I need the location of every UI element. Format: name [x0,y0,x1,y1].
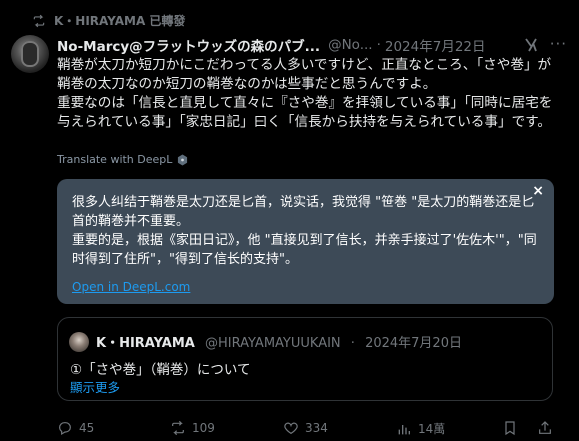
action-bar: 45 109 334 14萬 [57,420,557,438]
like-button[interactable]: 334 [283,420,328,436]
quoted-tweet-header: K・HIRAYAMA @HIRAYAMAYUUKAIN · 2024年7月20日 [96,332,462,351]
more-options-icon[interactable]: ··· [550,35,567,53]
separator-dot: · [376,37,381,53]
quoted-author-handle: @HIRAYAMAYUUKAIN [205,336,341,351]
separator-dot: · [350,336,355,351]
bookmark-icon [505,421,515,436]
quoted-tweet[interactable]: K・HIRAYAMA @HIRAYAMAYUUKAIN · 2024年7月20日… [57,317,553,401]
repost-icon [33,14,45,27]
reply-button[interactable]: 45 [57,420,94,436]
author-handle[interactable]: @No... [328,37,373,53]
repost-button[interactable]: 109 [170,420,215,436]
quoted-tweet-text: ①「さや巻」（鞘巻）について [70,362,251,378]
views-button[interactable]: 14萬 [396,420,445,437]
deepl-translation-text: 很多人纠结于鞘巻是太刀还是匕首，说实话，我觉得 "笹巻 "是太刀的鞘巻还是匕首的… [72,195,537,267]
tweet-header: No-Marcy@フラットウッズの森のパブ... @No... · 2024年7… [57,35,567,55]
quoted-author-name: K・HIRAYAMA [96,336,195,351]
heart-icon [284,422,298,435]
repost-label: K・HIRAYAMA 已轉發 [54,14,186,28]
quoted-author-avatar [69,332,89,352]
author-avatar[interactable] [11,35,49,73]
show-more-link[interactable]: 顯示更多 [70,377,120,396]
reply-icon [59,422,71,436]
author-display-name[interactable]: No-Marcy@フラットウッズの森のパブ... [57,35,320,55]
share-button[interactable] [537,420,553,436]
views-icon [398,424,410,434]
translate-with-deepl-link[interactable]: Translate with DeepL [57,153,188,166]
quoted-tweet-date: 2024年7月20日 [365,336,462,351]
tweet-date[interactable]: 2024年7月22日 [385,35,486,55]
tweet-body: 鞘巻が太刀か短刀かにこだわってる人多いですけど、正直なところ、「さや巻」が鞘巻の… [57,57,553,130]
share-icon [539,421,551,434]
deepl-icon [178,154,188,165]
repost-icon [172,420,184,436]
repost-indicator[interactable]: K・HIRAYAMA 已轉發 [32,12,185,29]
bookmark-button[interactable] [502,420,518,436]
like-count: 334 [305,421,328,435]
deepl-translation-panel: × 很多人纠结于鞘巻是太刀还是匕首，说实话，我觉得 "笹巻 "是太刀的鞘巻还是匕… [57,179,554,304]
translate-label: Translate with DeepL [57,153,173,166]
grok-icon[interactable] [523,37,539,53]
open-in-deepl-link[interactable]: Open in DeepL.com [72,280,190,294]
views-count: 14萬 [418,422,446,436]
repost-count: 109 [192,421,215,435]
reply-count: 45 [79,421,95,435]
